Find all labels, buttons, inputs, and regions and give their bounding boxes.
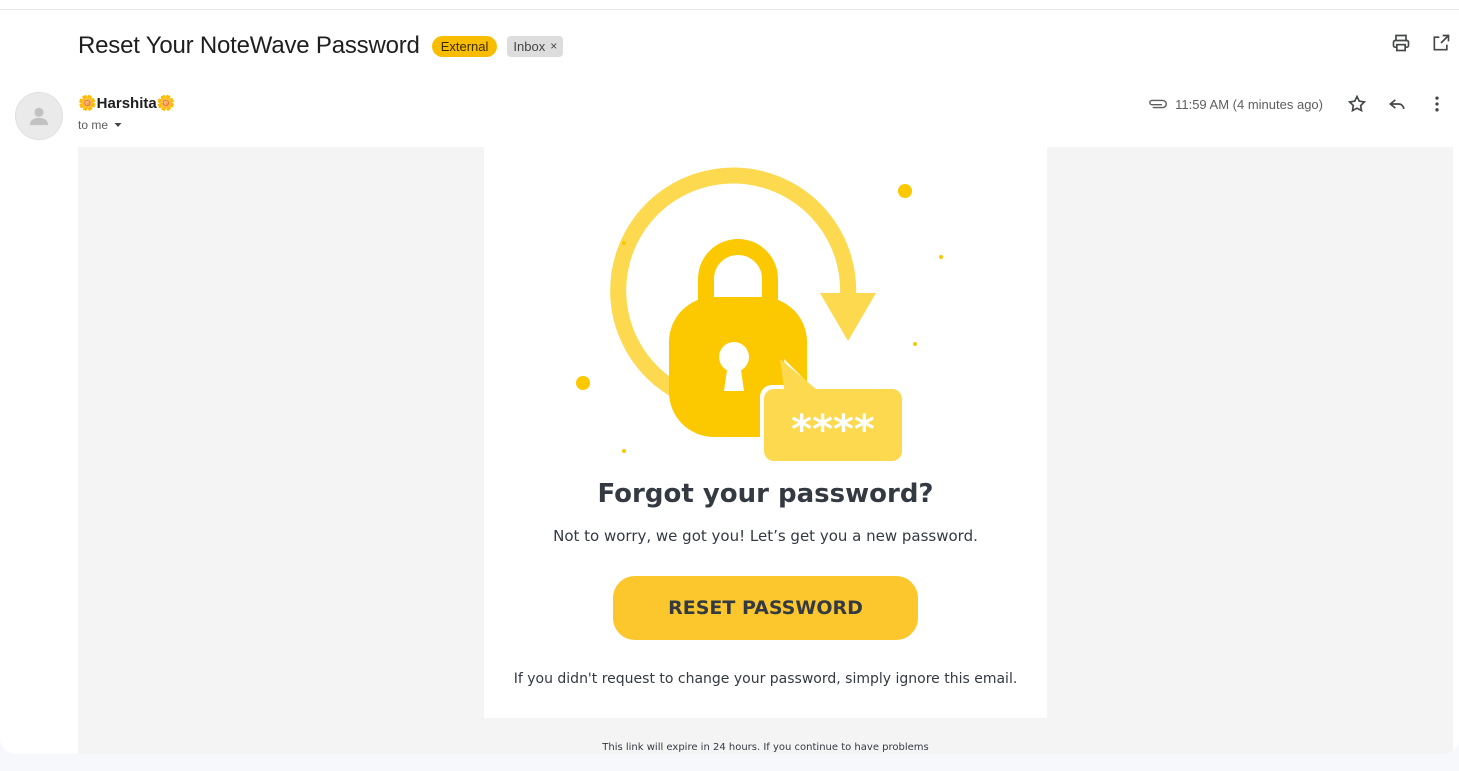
ignore-note: If you didn't request to change your pas… bbox=[513, 671, 1018, 687]
dropdown-icon bbox=[114, 123, 122, 127]
avatar-icon bbox=[29, 107, 49, 126]
headline: Forgot your password? bbox=[597, 479, 934, 509]
inbox-label-text: Inbox bbox=[513, 38, 546, 54]
open-in-new-window-icon[interactable] bbox=[1431, 33, 1451, 53]
message-meta: 11:59 AM (4 minutes ago) bbox=[1147, 94, 1447, 114]
reply-icon[interactable] bbox=[1387, 94, 1407, 114]
recipient-details[interactable]: to me bbox=[78, 118, 124, 132]
sender-name[interactable]: 🌼Harshita🌼 bbox=[78, 94, 175, 112]
lock-illustration-icon: **** bbox=[576, 167, 943, 465]
email-card: **** Forgot your password? Not to worry,… bbox=[484, 147, 1047, 718]
reset-password-button[interactable]: RESET PASSWORD bbox=[613, 576, 918, 640]
star-icon[interactable] bbox=[1347, 94, 1367, 114]
inbox-label: Inbox × bbox=[507, 35, 564, 57]
print-icon[interactable] bbox=[1391, 33, 1411, 53]
external-label: External bbox=[431, 35, 498, 57]
subtext: Not to worry, we got you! Let’s get you … bbox=[553, 527, 978, 545]
divider bbox=[0, 9, 1459, 10]
remove-label-button[interactable]: × bbox=[550, 39, 557, 53]
attachment-icon bbox=[1149, 99, 1168, 109]
top-actions bbox=[1391, 33, 1451, 53]
email-body: **** Forgot your password? Not to worry,… bbox=[78, 147, 1453, 754]
email-subject: Reset Your NoteWave Password bbox=[78, 32, 420, 59]
subject-row: Reset Your NoteWave Password External In… bbox=[78, 30, 564, 62]
recipient-text: to me bbox=[78, 118, 109, 132]
illustration-code: **** bbox=[791, 407, 875, 453]
sender-avatar[interactable] bbox=[15, 92, 63, 140]
more-vert-icon[interactable] bbox=[1427, 94, 1447, 114]
footer-note: This link will expire in 24 hours. If yo… bbox=[602, 742, 929, 753]
email-view: Reset Your NoteWave Password External In… bbox=[0, 0, 1459, 754]
timestamp: 11:59 AM (4 minutes ago) bbox=[1175, 96, 1323, 112]
